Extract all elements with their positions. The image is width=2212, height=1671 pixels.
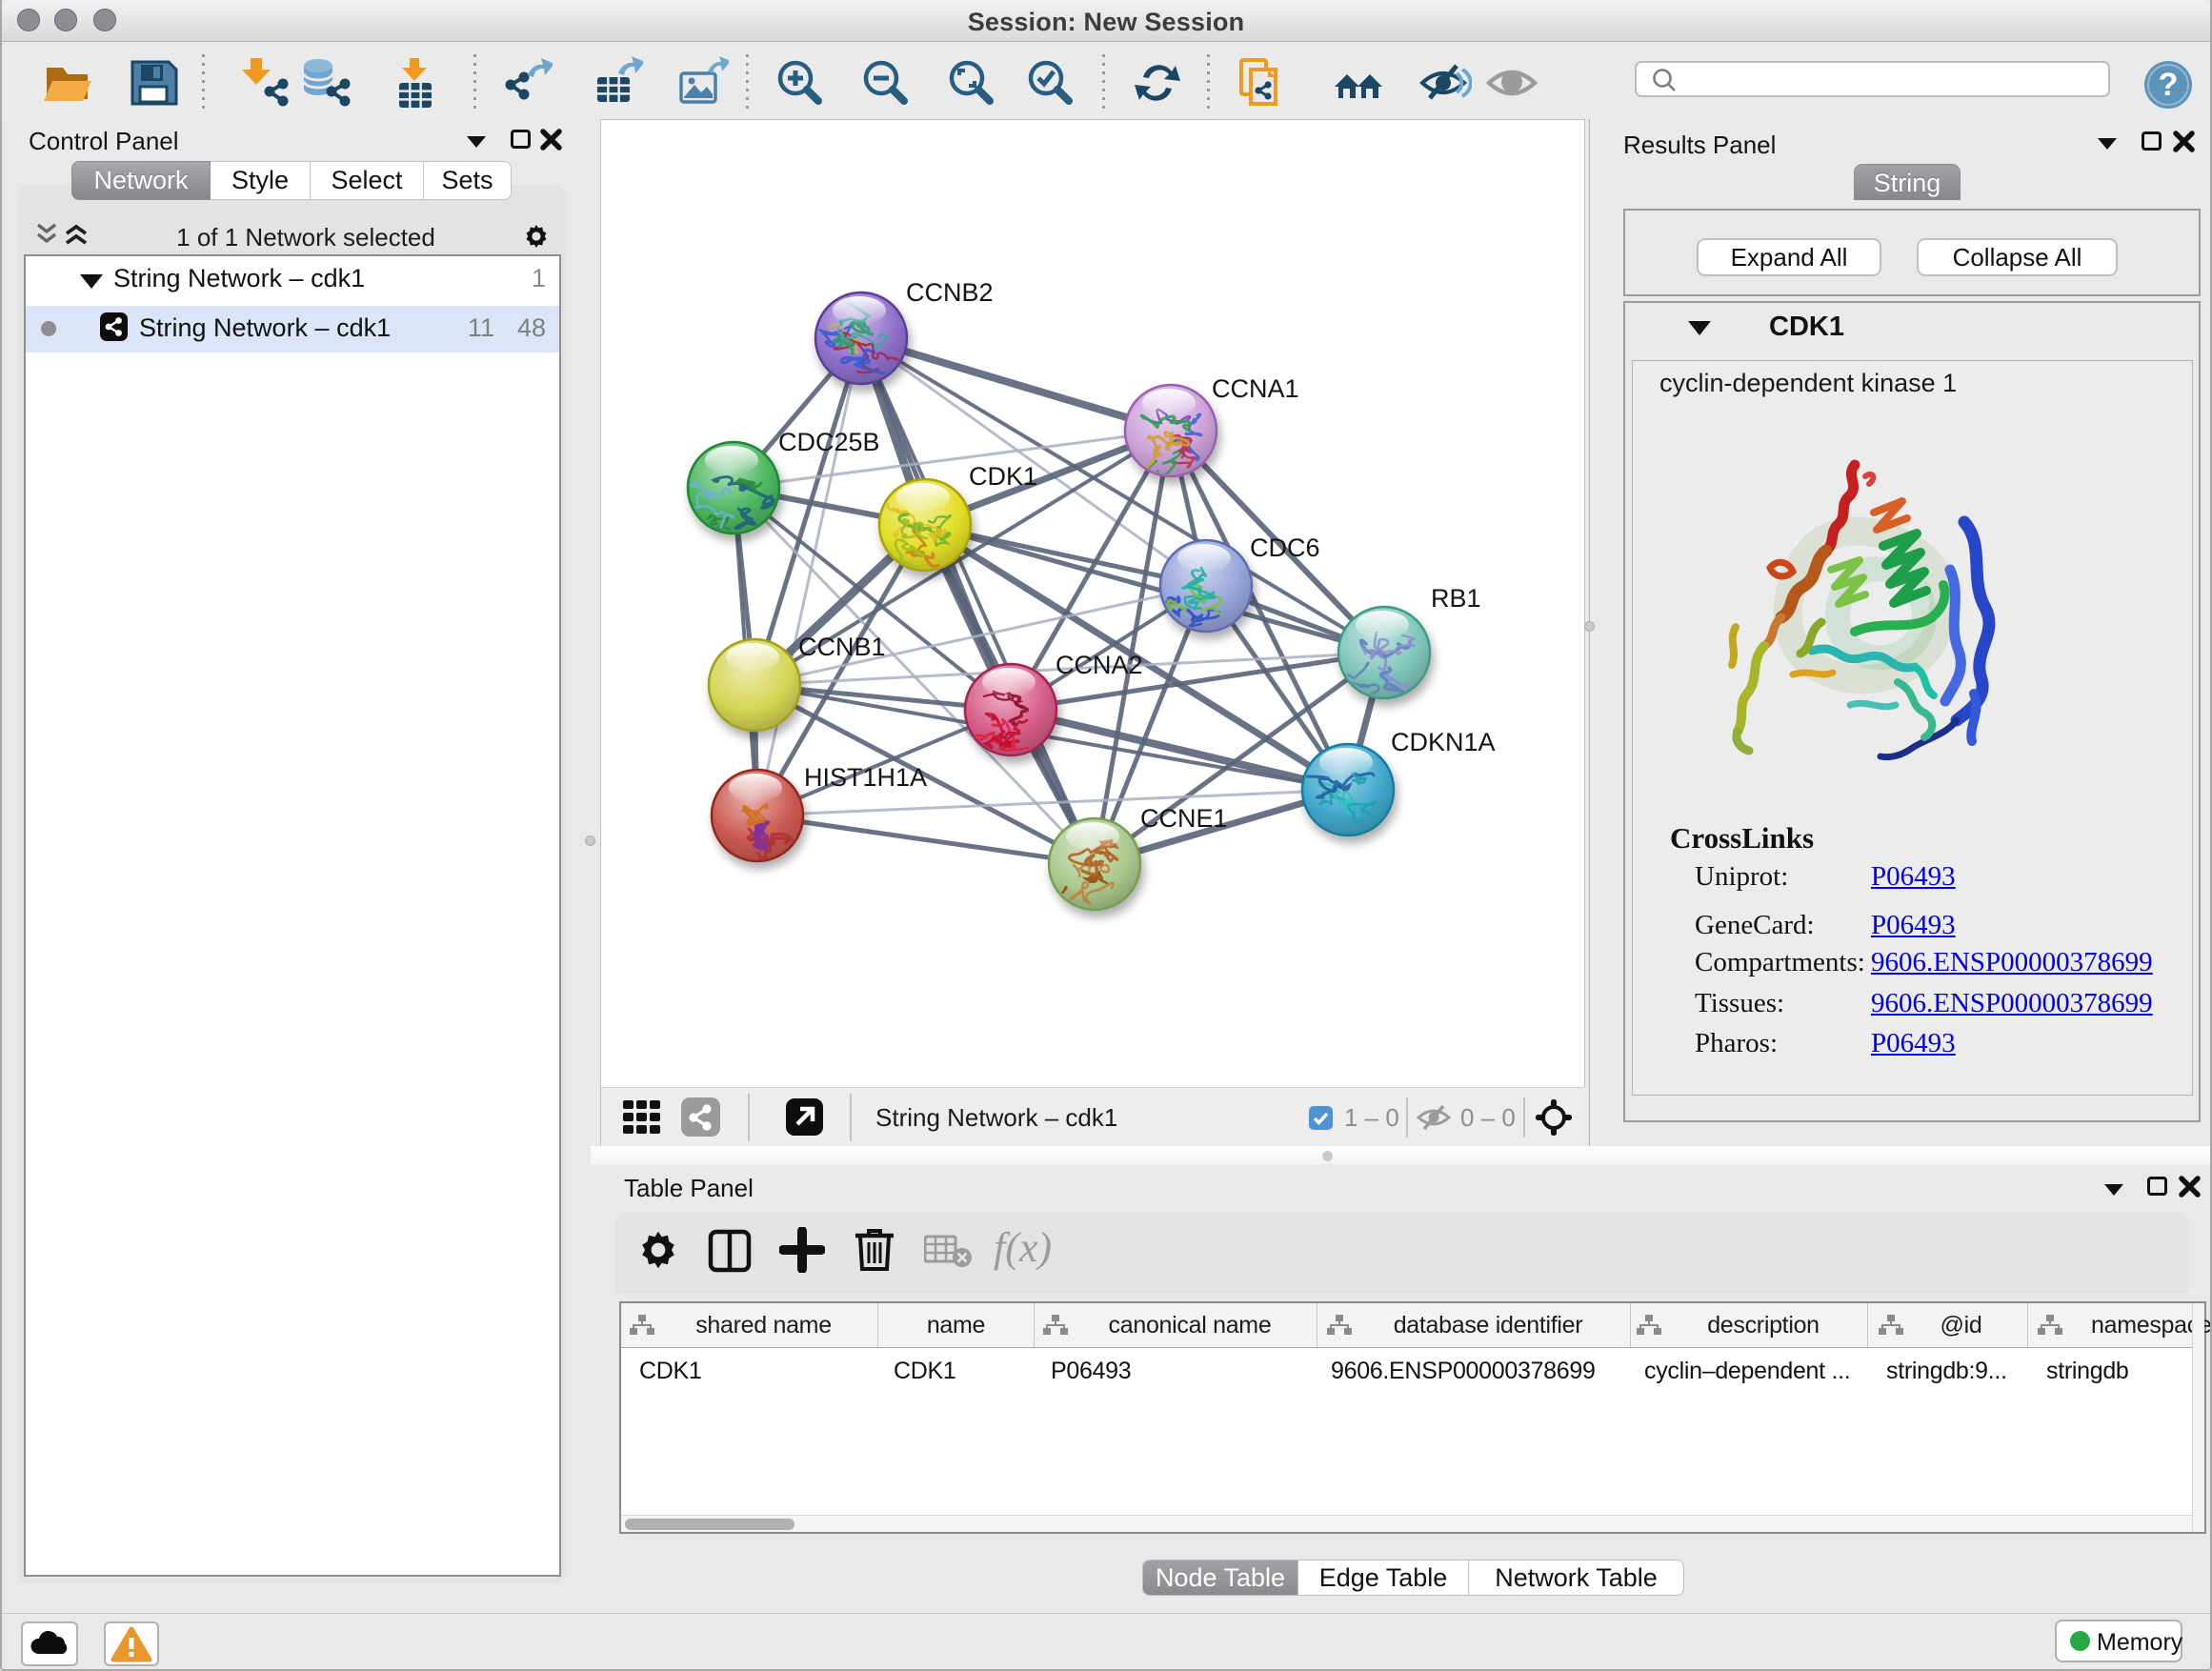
svg-text:CDKN1A: CDKN1A [1391,728,1496,756]
svg-text:CCNB2: CCNB2 [906,278,994,307]
svg-text:CDC25B: CDC25B [778,428,880,456]
svg-text:CCNA2: CCNA2 [1056,651,1143,679]
svg-text:CCNA1: CCNA1 [1212,374,1299,403]
svg-text:?: ? [2159,67,2179,103]
svg-text:CCNE1: CCNE1 [1140,804,1228,833]
svg-text:HIST1H1A: HIST1H1A [804,763,927,792]
svg-text:CCNB1: CCNB1 [798,633,886,661]
svg-text:RB1: RB1 [1431,584,1481,613]
svg-text:CDC6: CDC6 [1250,534,1320,562]
svg-text:CDK1: CDK1 [969,462,1037,491]
